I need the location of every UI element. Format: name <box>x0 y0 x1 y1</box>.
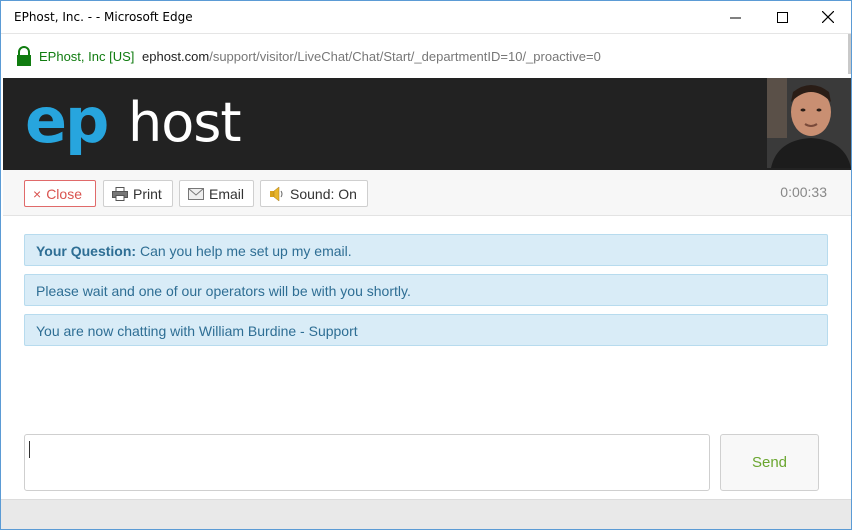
close-label: Close <box>46 185 82 202</box>
operator-avatar <box>767 78 851 168</box>
chat-header: ep host <box>3 78 851 170</box>
lock-icon <box>17 46 31 66</box>
browser-window: EPhost, Inc. - - Microsoft Edge EPhost, … <box>0 0 852 530</box>
print-label: Print <box>133 185 162 202</box>
close-window-button[interactable] <box>805 1 851 33</box>
chat-message: Your Question: Can you help me set up my… <box>24 234 828 266</box>
window-title: EPhost, Inc. - - Microsoft Edge <box>14 10 193 24</box>
address-bar[interactable]: EPhost, Inc [US] ephost.com/support/visi… <box>1 34 851 78</box>
text-caret <box>29 441 30 458</box>
chat-footer <box>1 499 851 529</box>
scrollbar[interactable] <box>848 34 851 74</box>
close-icon <box>822 11 834 23</box>
maximize-icon <box>776 11 788 23</box>
maximize-button[interactable] <box>759 1 805 33</box>
chat-timer: 0:00:33 <box>780 184 827 200</box>
close-icon: × <box>33 185 42 202</box>
chat-message: You are now chatting with William Burdin… <box>24 314 828 346</box>
operator-photo <box>767 78 851 168</box>
question-label: Your Question: <box>36 243 137 259</box>
title-bar: EPhost, Inc. - - Microsoft Edge <box>1 1 851 34</box>
logo-ep: ep <box>25 84 109 157</box>
minimize-button[interactable] <box>712 1 758 33</box>
close-chat-button[interactable]: × Close <box>24 180 96 207</box>
printer-icon <box>112 186 128 201</box>
message-text: Can you help me set up my email. <box>136 243 352 259</box>
speaker-icon <box>269 185 285 202</box>
message-input[interactable] <box>24 434 710 491</box>
url-host: ephost.com <box>142 49 210 64</box>
minimize-icon <box>729 17 741 18</box>
chat-message: Please wait and one of our operators wil… <box>24 274 828 306</box>
print-button[interactable]: Print <box>103 180 173 207</box>
sound-label: Sound: On <box>290 185 357 202</box>
site-identity[interactable]: EPhost, Inc [US] <box>39 49 134 64</box>
url-text[interactable]: ephost.com/support/visitor/LiveChat/Chat… <box>142 49 601 64</box>
email-button[interactable]: Email <box>179 180 254 207</box>
url-path: /support/visitor/LiveChat/Chat/Start/_de… <box>209 49 601 64</box>
email-label: Email <box>209 185 245 202</box>
message-text: You are now chatting with William Burdin… <box>36 323 358 339</box>
chat-toolbar: × Close Print Email Sound: On 0:00:33 <box>3 170 851 216</box>
envelope-icon <box>188 187 204 200</box>
sound-toggle[interactable]: Sound: On <box>260 180 368 207</box>
logo-host: host <box>128 91 242 154</box>
message-text: Please wait and one of our operators wil… <box>36 283 411 299</box>
send-button[interactable]: Send <box>720 434 819 491</box>
